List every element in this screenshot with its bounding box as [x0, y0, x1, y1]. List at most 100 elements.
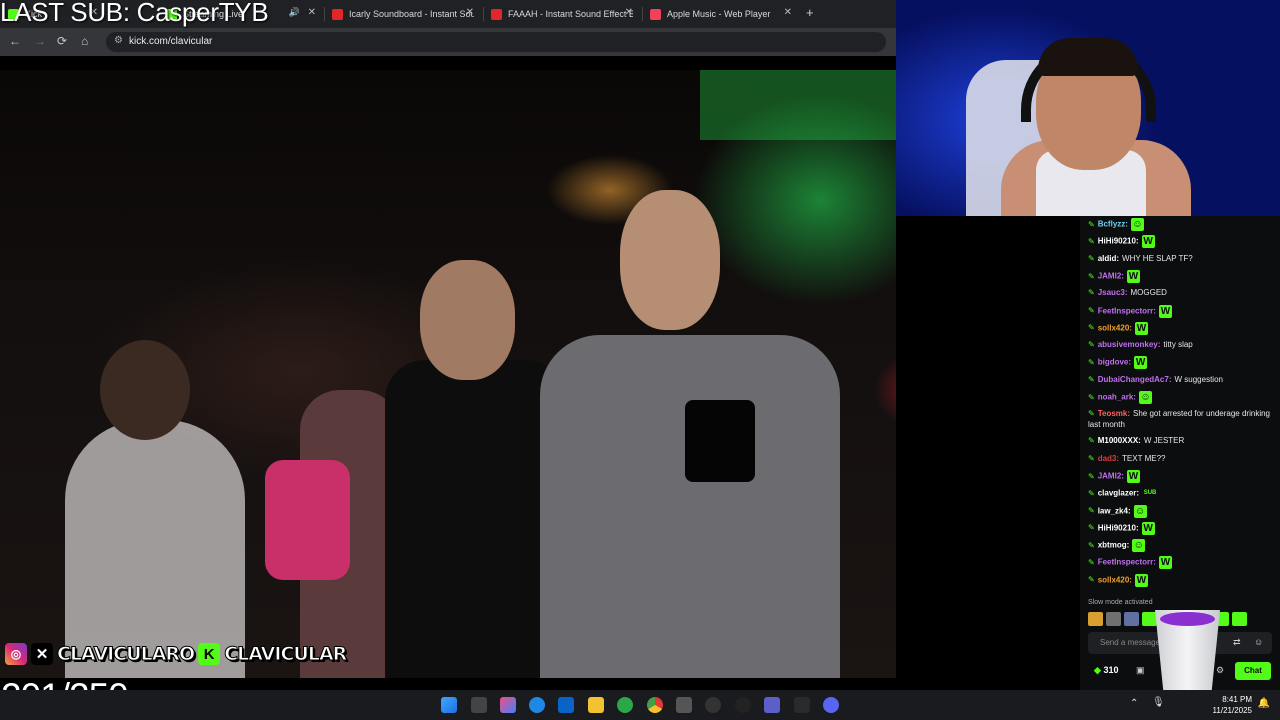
emote-button[interactable] [1142, 612, 1157, 626]
x-icon: ✕ [31, 643, 53, 665]
emote-button[interactable] [1088, 612, 1103, 626]
badge-icon: ✎ [1088, 453, 1095, 463]
start-icon[interactable] [441, 697, 457, 713]
chevron-up-icon[interactable]: ⌃ [1130, 698, 1138, 709]
system-clock[interactable]: 8:41 PM 11/21/2025 [1213, 694, 1252, 716]
copilot-icon[interactable] [500, 697, 516, 713]
phone [685, 400, 755, 482]
chat-username[interactable]: noah_ark: [1098, 393, 1136, 402]
file-explorer-icon[interactable] [588, 697, 604, 713]
chat-username[interactable]: Jsauc3: [1098, 288, 1128, 297]
discord-icon[interactable] [823, 697, 839, 713]
channel-points[interactable]: ◆ 310 [1094, 665, 1118, 676]
badge-icon: ✎ [1088, 409, 1095, 419]
settings-icon[interactable]: ⚙ [1216, 665, 1224, 676]
chat-emote: W [1134, 321, 1148, 335]
back-icon[interactable]: ← [9, 34, 21, 48]
address-bar[interactable]: ⚙ kick.com/clavicular [106, 32, 886, 52]
chat-emote: W [1134, 573, 1148, 587]
forward-icon[interactable]: → [34, 34, 46, 48]
chat-username[interactable]: M1000XXX: [1098, 436, 1141, 445]
badge-icon: ✎ [1088, 374, 1095, 384]
chat-username[interactable]: FeetInspectorr: [1098, 558, 1156, 567]
close-tab-icon[interactable]: ✕ [308, 7, 316, 18]
chat-input-placeholder: Send a message [1100, 638, 1161, 647]
chat-message: ✎ HiHi90210: W [1088, 521, 1274, 535]
webcam-feed [896, 0, 1280, 216]
chat-message: ✎ bigdove: W [1088, 356, 1274, 370]
speaker-icon[interactable]: 🔊 [289, 7, 300, 18]
edge-icon[interactable] [529, 697, 545, 713]
chat-username[interactable]: abusivemonkey: [1098, 340, 1161, 349]
browser-tab[interactable]: Icarly Soundboard - Instant Sou ✕ [332, 3, 474, 25]
home-icon[interactable]: ⌂ [81, 34, 88, 48]
chat-username[interactable]: xbtmog: [1098, 541, 1130, 550]
browser-tab[interactable]: Apple Music - Web Player ✕ [650, 3, 792, 25]
store-app-icon[interactable] [676, 697, 692, 713]
bystander-left [65, 420, 245, 678]
badge-icon: ✎ [1088, 540, 1095, 550]
chat-text: WHY HE SLAP TF? [1122, 253, 1193, 263]
close-tab-icon[interactable]: ✕ [625, 7, 633, 18]
outlook-icon[interactable] [558, 697, 574, 713]
chat-message: ✎ noah_ark: ☺ [1088, 391, 1274, 404]
chat-username[interactable]: sollx420: [1098, 323, 1132, 332]
reload-icon[interactable]: ⟳ [57, 34, 67, 48]
chat-text: W JESTER [1143, 436, 1185, 446]
badge-icon: ✎ [1088, 306, 1095, 316]
task-view-icon[interactable] [471, 697, 487, 713]
stream-video[interactable] [0, 70, 896, 678]
badge-icon: ✎ [1088, 288, 1095, 298]
chat-username[interactable]: FeetInspectorr: [1098, 306, 1156, 315]
chat-message: ✎ JAMI2: W [1088, 269, 1274, 283]
alien-app-icon[interactable] [735, 697, 751, 713]
store-icon[interactable]: ▣ [1136, 665, 1145, 676]
chat-username[interactable]: sollx420: [1098, 575, 1132, 584]
badge-icon: ✎ [1088, 575, 1095, 585]
chat-username[interactable]: aldid: [1098, 254, 1119, 263]
chat-username[interactable]: JAMI2: [1098, 472, 1124, 481]
new-tab-button[interactable]: + [806, 5, 814, 20]
chat-message: ✎ aldid: WHY HE SLAP TF? [1088, 253, 1274, 264]
badge-icon: ✎ [1088, 340, 1095, 350]
tab-separator [483, 7, 484, 21]
chat-send-button[interactable]: Chat [1235, 662, 1271, 680]
chat-username[interactable]: DubaiChangedAc7: [1098, 375, 1172, 384]
chat-username[interactable]: Teosmk: [1098, 409, 1130, 418]
chat-username[interactable]: dad3: [1098, 454, 1119, 463]
chat-emote: ☺ [1130, 218, 1144, 231]
chat-username[interactable]: bigdove: [1098, 358, 1131, 367]
close-tab-icon[interactable]: ✕ [784, 7, 792, 18]
chat-message: ✎ law_zk4: ☺ [1088, 504, 1274, 518]
tab-favicon-icon [491, 8, 502, 20]
badge-icon: ✎ [1088, 271, 1095, 281]
notification-icon[interactable]: 🔔 [1258, 698, 1270, 709]
app-icon[interactable] [794, 697, 810, 713]
chrome-icon[interactable] [647, 697, 663, 713]
chat-username[interactable]: clavglazer: [1098, 489, 1139, 498]
browser-tab[interactable]: FAAAH - Instant Sound Effect B ✕ [491, 3, 633, 25]
emote-button[interactable] [1232, 612, 1247, 626]
cup-purple-drink [1160, 612, 1215, 626]
emoji-icon[interactable]: ☺ [1254, 637, 1263, 647]
microphone-icon[interactable]: 🎙 [1152, 697, 1165, 708]
badge-icon: ✎ [1088, 253, 1095, 263]
xbox-icon[interactable] [617, 697, 633, 713]
chat-username[interactable]: HiHi90210: [1098, 523, 1139, 532]
chat-username[interactable]: Bcflyzz: [1098, 220, 1128, 229]
close-tab-icon[interactable]: ✕ [466, 7, 474, 18]
chat-message: ✎ HiHi90210: W [1088, 235, 1274, 249]
chat-username[interactable]: law_zk4: [1098, 506, 1131, 515]
chat-message: ✎ dad3: TEXT ME?? [1088, 453, 1274, 464]
translate-icon[interactable]: ⇄ [1233, 637, 1241, 648]
site-info-icon[interactable]: ⚙ [114, 35, 123, 46]
badge-icon: ✎ [1088, 358, 1095, 367]
emote-button[interactable] [1124, 612, 1139, 626]
app-icon[interactable] [705, 697, 721, 713]
chat-text: W suggestion [1174, 374, 1223, 384]
chat-username[interactable]: HiHi90210: [1098, 237, 1139, 246]
emote-button[interactable] [1106, 612, 1121, 626]
teams-icon[interactable] [764, 697, 780, 713]
chat-emote: W [1141, 235, 1155, 249]
chat-username[interactable]: JAMI2: [1098, 272, 1124, 281]
